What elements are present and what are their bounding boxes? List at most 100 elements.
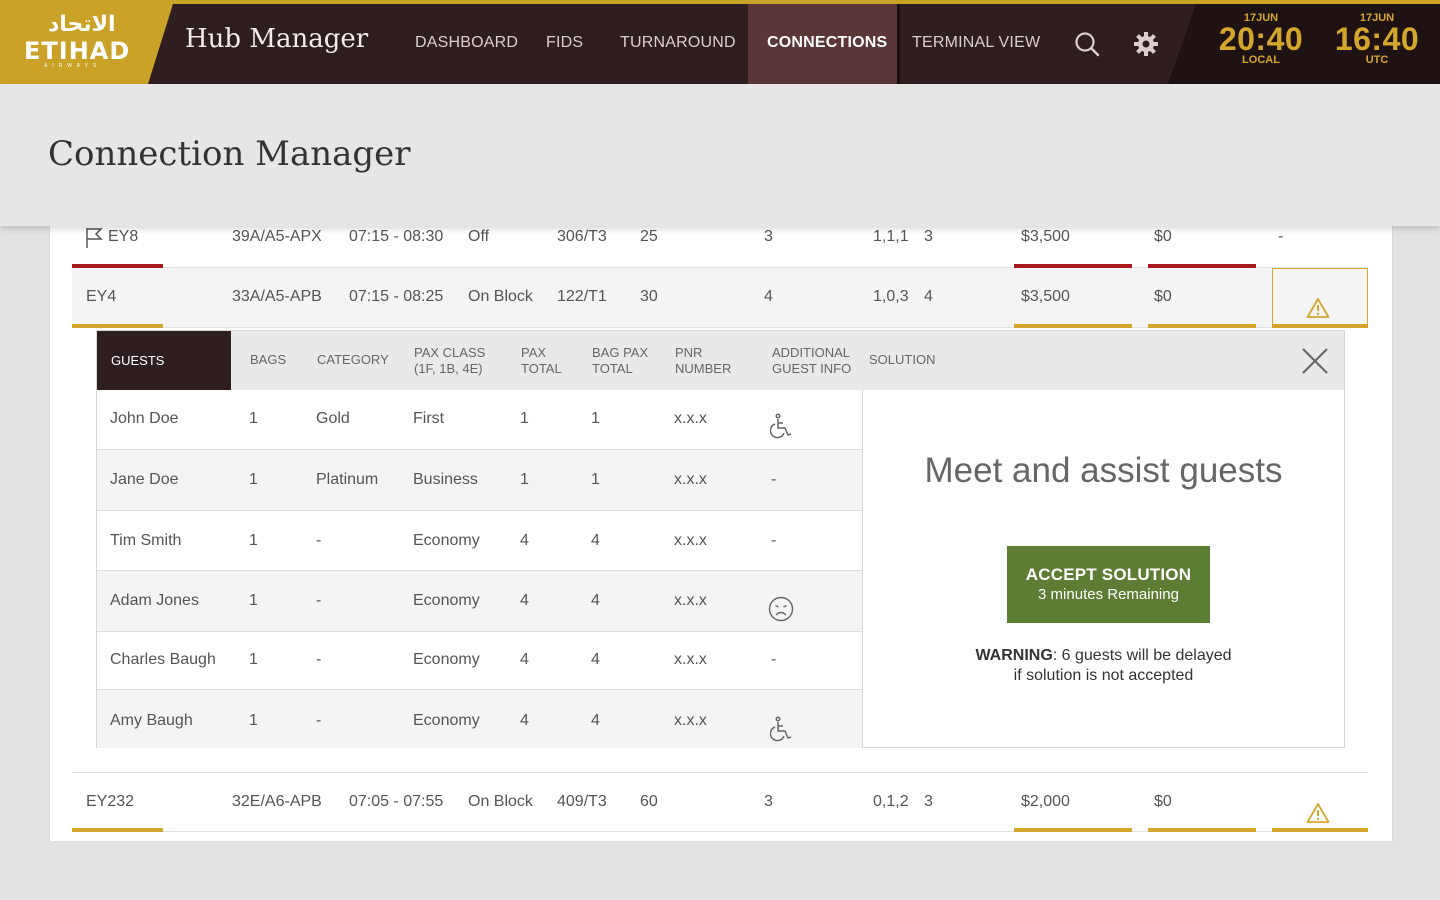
status-bar [1014, 828, 1132, 832]
delay-warning: WARNING: 6 guests will be delayed if sol… [863, 646, 1344, 686]
guest-bag-pax-total: 1 [591, 471, 600, 488]
top-navigation-bar: الاتحاد ETIHAD AIRWAYS Hub Manager DASHB… [0, 4, 1440, 84]
flight-gate: 409/T3 [557, 793, 607, 810]
search-icon[interactable] [1073, 30, 1101, 58]
warning-icon[interactable] [1306, 791, 1330, 849]
guest-row[interactable]: Jane Doe 1 Platinum Business 1 1 x.x.x - [97, 450, 862, 511]
nav-dashboard[interactable]: DASHBOARD [415, 4, 518, 84]
nav-terminal-view[interactable]: TERMINAL VIEW [912, 4, 1040, 84]
flight-gate: 122/T1 [557, 288, 607, 305]
guest-bag-pax-total: 4 [591, 532, 600, 549]
sad-face-icon [768, 588, 794, 622]
logo-arabic-text: الاتحاد [48, 12, 116, 37]
status-bar [72, 828, 163, 832]
guest-pax-total: 4 [520, 592, 529, 609]
header-additional-info: ADDITIONAL GUEST INFO [772, 345, 852, 376]
flight-cost-secondary: $0 [1154, 288, 1172, 305]
guest-pnr: x.x.x [674, 712, 707, 729]
guest-pax-total: 4 [520, 712, 529, 729]
nav-turnaround[interactable]: TURNAROUND [620, 4, 736, 84]
flight-stand: 32E/A6-APB [232, 793, 322, 810]
guest-pnr: x.x.x [674, 651, 707, 668]
header-bag-pax-total: BAG PAX TOTAL [592, 345, 649, 376]
status-bar [1148, 828, 1256, 832]
guest-detail-panel: GUESTS BAGS CATEGORY PAX CLASS (1F, 1B, 4… [96, 330, 1345, 748]
accept-solution-button[interactable]: ACCEPT SOLUTION 3 minutes Remaining [1007, 546, 1210, 623]
guest-name: Tim Smith [110, 532, 182, 549]
status-bar [1014, 324, 1132, 328]
accept-solution-label: ACCEPT SOLUTION [1025, 565, 1192, 584]
guest-pax-class: Economy [413, 592, 480, 609]
header-pax-total: PAX TOTAL [521, 345, 562, 376]
utc-clock: 17JUN 16:40 UTC [1332, 12, 1422, 66]
guest-bags: 1 [249, 532, 258, 549]
guest-category: Gold [316, 410, 350, 427]
time-remaining: 3 minutes Remaining [1038, 586, 1179, 603]
guest-additional-info: - [771, 532, 777, 549]
guest-pax-class: Economy [413, 712, 480, 729]
guest-row[interactable]: Charles Baugh 1 - Economy 4 4 x.x.x - [97, 632, 862, 690]
guest-pnr: x.x.x [674, 592, 707, 609]
tab-guests[interactable]: GUESTS [97, 331, 231, 390]
guest-row[interactable]: Tim Smith 1 - Economy 4 4 x.x.x - [97, 511, 862, 571]
flight-row-expanded[interactable]: EY4 33A/A5-APB 07:15 - 08:25 On Block 12… [72, 268, 1368, 328]
flight-number: EY4 [86, 288, 117, 305]
wheelchair-icon [769, 707, 796, 742]
flight-time: 07:05 - 07:55 [349, 793, 444, 810]
app-title: Hub Manager [185, 24, 369, 54]
flight-class-split: 0,1,2 [873, 793, 909, 810]
guest-category: - [316, 712, 322, 729]
local-time: 20:40 [1218, 21, 1304, 57]
guest-category: - [316, 532, 322, 549]
guest-bag-pax-total: 1 [591, 410, 600, 427]
etihad-logo[interactable]: الاتحاد ETIHAD AIRWAYS [0, 4, 173, 84]
flight-cost: $2,000 [1021, 793, 1070, 810]
guest-row[interactable]: John Doe 1 Gold First 1 1 x.x.x [97, 390, 862, 450]
flight-status: On Block [468, 288, 533, 305]
solution-title: Meet and assist guests [924, 451, 1283, 490]
guest-category: - [316, 651, 322, 668]
header-pax-class: PAX CLASS (1F, 1B, 4E) [414, 345, 486, 376]
flight-cost: $3,500 [1021, 288, 1070, 305]
warning-text: : 6 guests will be delayed [1052, 647, 1232, 664]
flight-time: 07:15 - 08:25 [349, 288, 444, 305]
guest-name: Jane Doe [110, 471, 179, 488]
guest-row[interactable]: Amy Baugh 1 - Economy 4 4 x.x.x [97, 690, 862, 748]
guest-bag-pax-total: 4 [591, 651, 600, 668]
flight-count: 4 [924, 288, 933, 305]
guest-name: Charles Baugh [110, 651, 216, 668]
guest-pax-class: First [413, 410, 445, 427]
guest-bags: 1 [249, 592, 258, 609]
wheelchair-icon [769, 406, 796, 439]
flight-pax: 60 [640, 793, 658, 810]
guest-bag-pax-total: 4 [591, 712, 600, 729]
status-bar [1272, 828, 1368, 832]
warning-text-line2: if solution is not accepted [1013, 667, 1194, 684]
guest-pax-total: 4 [520, 532, 529, 549]
flight-pax: 30 [640, 288, 658, 305]
guest-category: - [316, 592, 322, 609]
guest-row[interactable]: Adam Jones 1 - Economy 4 4 x.x.x [97, 571, 862, 632]
guest-pnr: x.x.x [674, 410, 707, 427]
guest-name: Adam Jones [110, 592, 199, 609]
flight-stand: 33A/A5-APB [232, 288, 322, 305]
flight-cost-secondary: $0 [1154, 793, 1172, 810]
nav-connections[interactable]: CONNECTIONS [748, 4, 897, 84]
flight-number: EY232 [86, 793, 135, 810]
guest-pax-total: 1 [520, 410, 529, 427]
close-icon[interactable] [1302, 348, 1328, 374]
local-clock: 17JUN 20:40 LOCAL [1216, 12, 1306, 66]
warning-label: WARNING [975, 647, 1053, 664]
logo-wordmark: ETIHAD [24, 37, 131, 65]
header-bags: BAGS [250, 352, 287, 367]
gear-icon[interactable] [1132, 30, 1160, 58]
utc-time: 16:40 [1334, 21, 1420, 57]
status-bar [1148, 324, 1256, 328]
nav-fids[interactable]: FIDS [546, 4, 583, 84]
status-bar [1272, 324, 1368, 328]
clock-panel: 17JUN 20:40 LOCAL 17JUN 16:40 UTC [1168, 4, 1440, 84]
flight-status: On Block [468, 793, 533, 810]
guest-additional-info: - [771, 651, 777, 668]
guest-pnr: x.x.x [674, 471, 707, 488]
flight-row[interactable]: EY232 32E/A6-APB 07:05 - 07:55 On Block … [72, 772, 1368, 832]
